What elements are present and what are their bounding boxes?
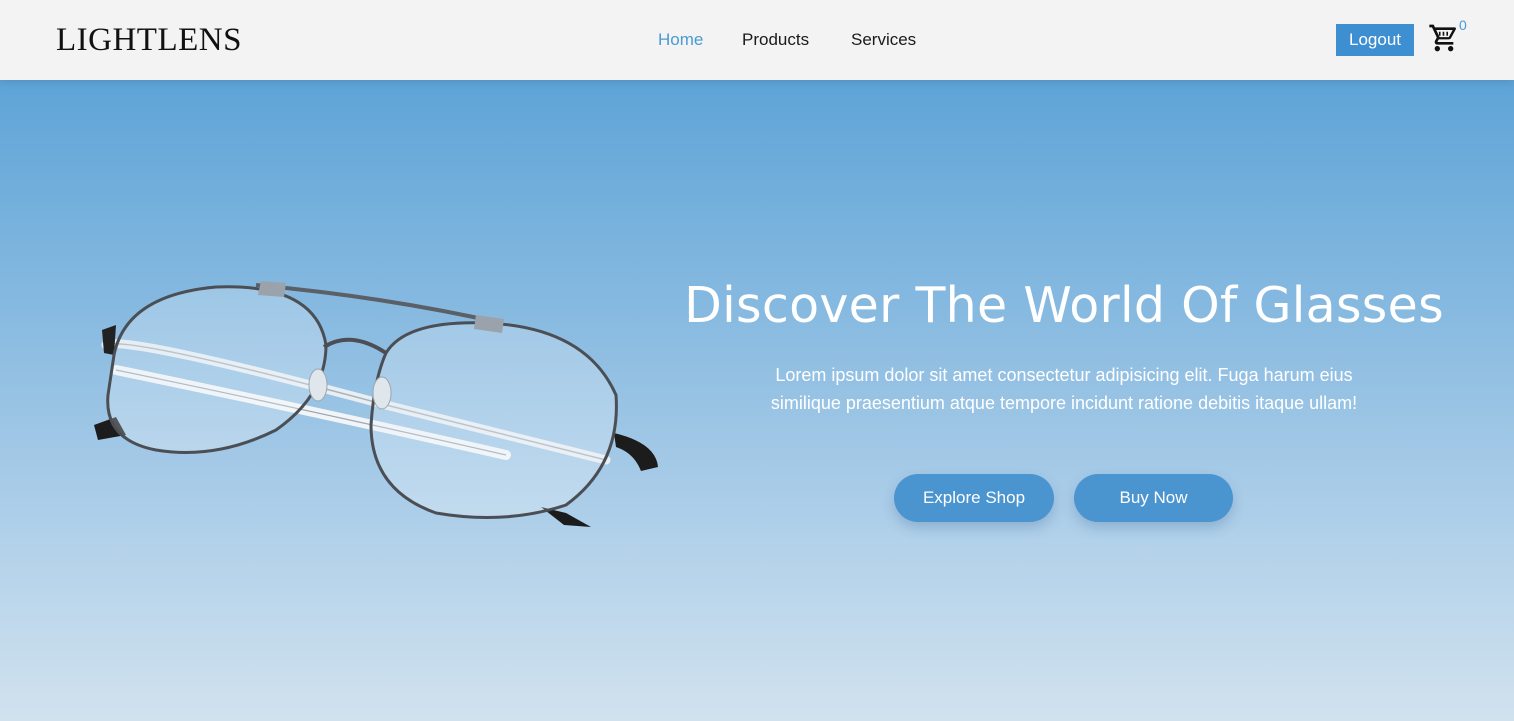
main-nav: Home Products Services (0, 30, 1514, 52)
eyeglasses-image (94, 281, 658, 527)
cart-count-badge: 0 (1459, 17, 1467, 33)
hero-title: Discover The World Of Glasses (684, 277, 1444, 334)
cart-button[interactable]: 0 (1428, 17, 1468, 54)
nav-link-home[interactable]: Home (658, 30, 703, 50)
nav-link-products[interactable]: Products (742, 30, 809, 50)
nav-link-services[interactable]: Services (851, 30, 916, 50)
logout-button[interactable]: Logout (1336, 24, 1414, 56)
buy-now-button[interactable]: Buy Now (1074, 474, 1233, 522)
shopping-cart-icon (1429, 24, 1457, 52)
hero-description: Lorem ipsum dolor sit amet consectetur a… (770, 365, 1358, 413)
hero-section: Discover The World Of Glasses Lorem ipsu… (0, 80, 1514, 721)
navbar: LIGHTLENS Home Products Services Logout … (0, 0, 1514, 80)
explore-shop-button[interactable]: Explore Shop (894, 474, 1054, 522)
